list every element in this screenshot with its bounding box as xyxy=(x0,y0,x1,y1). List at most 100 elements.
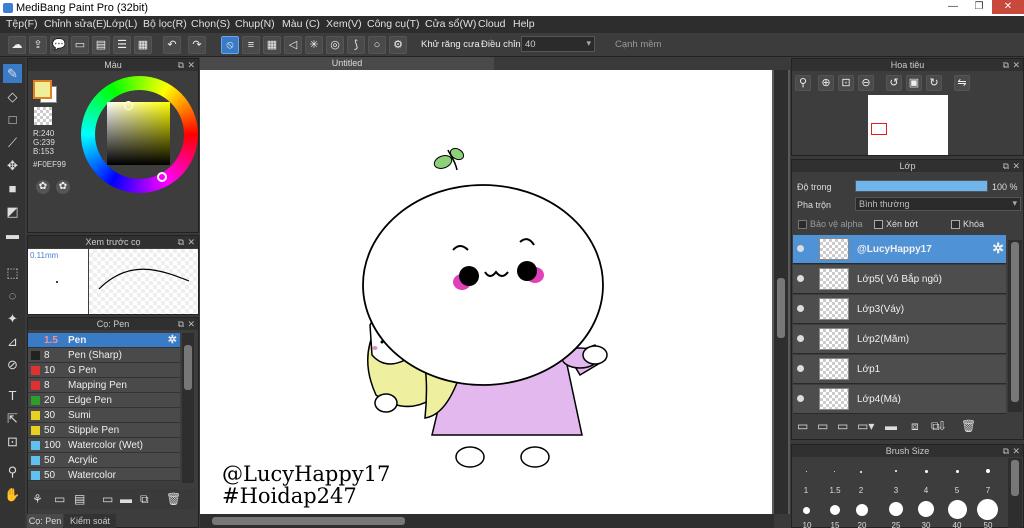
palette-add-icon[interactable]: ✿ xyxy=(56,180,70,194)
reset-view-icon[interactable]: ▣ xyxy=(906,75,922,91)
size-dot[interactable] xyxy=(806,471,807,472)
saturation-value-square[interactable] xyxy=(107,102,170,165)
scrollbar-thumb[interactable] xyxy=(184,345,192,390)
text-tool-icon[interactable]: T xyxy=(3,386,22,405)
navigator-thumbnail[interactable] xyxy=(868,95,948,155)
hand-tool-icon[interactable]: ✋ xyxy=(3,485,22,504)
visibility-icon[interactable] xyxy=(797,395,804,402)
brush-row[interactable]: 20 Edge Pen xyxy=(28,393,180,408)
canvas-horizontal-scrollbar[interactable] xyxy=(200,514,774,528)
select-pen-icon[interactable]: ⊿ xyxy=(3,332,22,351)
brush-row[interactable]: 50 Watercolor xyxy=(28,468,180,481)
flip-icon[interactable]: ⇋ xyxy=(954,75,970,91)
popout-icon[interactable]: ⧉ xyxy=(178,318,184,330)
new-file-icon[interactable]: ▭ xyxy=(71,36,89,54)
document-icon[interactable]: ▤ xyxy=(92,36,110,54)
brush-row[interactable]: 8 Pen (Sharp) xyxy=(28,348,180,363)
gear-icon[interactable]: ✲ xyxy=(992,240,1004,257)
tab-brush-control[interactable]: Kiểm soát cọ xyxy=(64,514,116,528)
popout-icon[interactable]: ⧉ xyxy=(178,236,184,248)
circle-snap-icon[interactable]: ○ xyxy=(368,36,386,54)
popout-icon[interactable]: ⧉ xyxy=(178,59,184,71)
lock-checkbox[interactable] xyxy=(951,220,960,229)
menu-layer[interactable]: Lớp(L) xyxy=(106,18,137,30)
clipping-checkbox[interactable] xyxy=(874,220,883,229)
menu-help[interactable]: Help xyxy=(513,18,535,30)
menu-view[interactable]: Xem(V) xyxy=(326,18,362,30)
brush-list-scrollbar[interactable] xyxy=(182,333,194,483)
move-tool-icon[interactable]: ✥ xyxy=(3,156,22,175)
cloud-icon[interactable]: ☁ xyxy=(8,36,26,54)
canvas-tab[interactable]: Untitled xyxy=(200,57,494,70)
palette-icon[interactable]: ✿ xyxy=(36,180,50,194)
scrollbar-thumb[interactable] xyxy=(1011,460,1019,496)
size-dot[interactable] xyxy=(925,470,928,473)
fit-window-icon[interactable]: ⊡ xyxy=(838,75,854,91)
close-icon[interactable]: ✕ xyxy=(1012,160,1020,172)
visibility-icon[interactable] xyxy=(797,365,804,372)
brush-row[interactable]: 100 Watercolor (Wet) xyxy=(28,438,180,453)
scrollbar-thumb[interactable] xyxy=(777,278,785,338)
undo-icon[interactable]: ↶ xyxy=(163,36,181,54)
menu-select[interactable]: Chọn(S) xyxy=(191,18,230,30)
size-dot[interactable] xyxy=(834,471,835,472)
rect-tool-icon[interactable]: □ xyxy=(3,110,22,129)
comment-icon[interactable]: 💬 xyxy=(50,36,68,54)
sv-cursor[interactable] xyxy=(124,101,133,110)
gear-icon[interactable]: ✲ xyxy=(168,333,177,346)
canvas-vertical-scrollbar[interactable] xyxy=(774,70,788,514)
size-dot[interactable] xyxy=(830,505,840,515)
close-button[interactable]: ✕ xyxy=(992,0,1024,14)
zoom-search-icon[interactable]: ⚲ xyxy=(795,75,811,91)
layer-scrollbar[interactable] xyxy=(1008,240,1022,412)
folder-icon[interactable]: ▬ xyxy=(120,492,132,506)
layer-row[interactable]: Lớp3(Váy) xyxy=(793,295,1006,324)
magic-wand-icon[interactable]: ✦ xyxy=(3,309,22,328)
layer-row[interactable]: @LucyHappy17 ✲ xyxy=(793,235,1006,264)
adjust-select[interactable]: 40 ▾ xyxy=(521,36,595,52)
size-dot[interactable] xyxy=(956,470,959,473)
brush-size-scrollbar[interactable] xyxy=(1008,458,1022,528)
close-icon[interactable]: ✕ xyxy=(1012,59,1020,71)
menu-cloud[interactable]: Cloud xyxy=(478,18,505,30)
upload-icon[interactable]: ⇪ xyxy=(29,36,47,54)
size-dot[interactable] xyxy=(856,504,868,516)
menu-file[interactable]: Tệp(F) xyxy=(6,18,38,30)
curve-snap-icon[interactable]: ⟆ xyxy=(347,36,365,54)
brush-options-icon[interactable]: ▤ xyxy=(74,492,85,506)
close-icon[interactable]: ✕ xyxy=(1012,445,1020,457)
maximize-button[interactable]: ❐ xyxy=(966,0,992,14)
size-dot[interactable] xyxy=(986,469,990,473)
radial-snap-icon[interactable]: ✳ xyxy=(305,36,323,54)
popout-icon[interactable]: ⧉ xyxy=(1003,59,1009,71)
concentric-icon[interactable]: ◎ xyxy=(326,36,344,54)
size-dot[interactable] xyxy=(889,502,903,516)
menu-window[interactable]: Cửa sổ(W) xyxy=(425,18,476,30)
select-tool-icon[interactable]: ⬚ xyxy=(3,263,22,282)
size-dot[interactable] xyxy=(977,499,998,520)
operation-tool-icon[interactable]: ⇱ xyxy=(3,409,22,428)
close-icon[interactable]: ✕ xyxy=(187,59,195,71)
import-brush-icon[interactable]: ▭ xyxy=(102,492,113,506)
fill-rect-tool-icon[interactable]: ■ xyxy=(3,179,22,198)
drawing-canvas[interactable]: @LucyHappy17 #Hoidap247 xyxy=(200,70,772,514)
eraser-tool-icon[interactable]: ◇ xyxy=(3,87,22,106)
brush-row[interactable]: 10 G Pen xyxy=(28,363,180,378)
transparent-swatch[interactable] xyxy=(34,107,52,125)
brush-tool-icon[interactable]: ✎ xyxy=(3,64,22,83)
close-icon[interactable]: ✕ xyxy=(187,318,195,330)
menu-capture[interactable]: Chụp(N) xyxy=(235,18,275,30)
lasso-tool-icon[interactable]: ◌ xyxy=(3,286,22,305)
minimize-button[interactable]: — xyxy=(940,0,966,14)
trash-icon[interactable]: 🗑 xyxy=(961,419,976,433)
opacity-slider[interactable] xyxy=(855,180,988,192)
brush-add-icon[interactable]: ⚘ xyxy=(32,492,43,506)
trash-icon[interactable]: 🗑 xyxy=(166,492,181,506)
dot-tool-icon[interactable]: ⟋ xyxy=(3,133,22,152)
zoom-out-icon[interactable]: ⊖ xyxy=(858,75,874,91)
blend-select[interactable]: Bình thường ▾ xyxy=(855,197,1021,211)
brush-row[interactable]: 50 Acrylic xyxy=(28,453,180,468)
size-dot[interactable] xyxy=(860,471,862,473)
rotate-left-icon[interactable]: ↺ xyxy=(886,75,902,91)
size-dot[interactable] xyxy=(803,507,810,514)
